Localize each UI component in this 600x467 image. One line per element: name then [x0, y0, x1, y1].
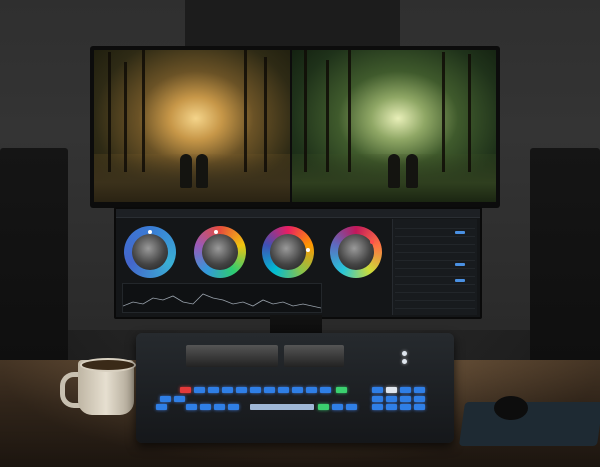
waveform-scope: [122, 283, 322, 313]
console-key[interactable]: [214, 404, 225, 410]
console-key[interactable]: [180, 387, 191, 393]
console-key[interactable]: [386, 404, 397, 410]
adjustments-panel: [392, 219, 477, 315]
color-wheel-gamma[interactable]: [194, 226, 246, 278]
console-key[interactable]: [386, 387, 397, 393]
toggle[interactable]: [455, 279, 465, 282]
panel-row[interactable]: [395, 261, 475, 269]
console-key[interactable]: [200, 404, 211, 410]
wheel-handle[interactable]: [370, 240, 374, 244]
panel-row[interactable]: [395, 221, 475, 229]
console-key[interactable]: [186, 404, 197, 410]
console-key[interactable]: [336, 387, 347, 393]
color-wheel-gain[interactable]: [262, 226, 314, 278]
color-wheel-lift[interactable]: [124, 226, 176, 278]
console-key[interactable]: [160, 396, 171, 402]
mug-rim: [80, 358, 136, 372]
console-key[interactable]: [346, 404, 357, 410]
console-key[interactable]: [306, 387, 317, 393]
person: [180, 154, 192, 188]
person: [406, 154, 418, 188]
console-key[interactable]: [174, 396, 185, 402]
tree: [142, 50, 145, 172]
tree: [326, 60, 329, 172]
console-key[interactable]: [400, 404, 411, 410]
console-key[interactable]: [372, 404, 383, 410]
console-key[interactable]: [228, 404, 239, 410]
console-key[interactable]: [414, 404, 425, 410]
console-key[interactable]: [208, 387, 219, 393]
tree: [264, 57, 267, 172]
console-key[interactable]: [400, 387, 411, 393]
window: [185, 0, 400, 48]
panel-row[interactable]: [395, 245, 475, 253]
panel-row[interactable]: [395, 229, 475, 237]
console-key[interactable]: [278, 387, 289, 393]
console-key[interactable]: [320, 387, 331, 393]
photo-graded: [292, 50, 496, 202]
wheel-handle[interactable]: [148, 230, 152, 234]
console-display: [186, 345, 278, 367]
console-key[interactable]: [414, 387, 425, 393]
toggle[interactable]: [455, 231, 465, 234]
panel-row[interactable]: [395, 277, 475, 285]
wheel-handle[interactable]: [214, 230, 218, 234]
panel-row[interactable]: [395, 269, 475, 277]
console-key[interactable]: [372, 387, 383, 393]
console-key[interactable]: [414, 396, 425, 402]
console-key[interactable]: [332, 404, 343, 410]
tree: [244, 50, 247, 172]
panel-row[interactable]: [395, 237, 475, 245]
color-wheel-offset[interactable]: [330, 226, 382, 278]
console-key[interactable]: [156, 404, 167, 410]
console-key[interactable]: [236, 387, 247, 393]
console-key[interactable]: [400, 396, 411, 402]
waveform-graph: [122, 293, 322, 309]
scene: [0, 0, 600, 467]
tree: [304, 50, 307, 172]
bottom-monitor: [114, 207, 482, 319]
console-key[interactable]: [194, 387, 205, 393]
panel-row[interactable]: [395, 253, 475, 261]
photo-original: [94, 50, 290, 202]
person: [388, 154, 400, 188]
mouse-pad: [458, 402, 600, 446]
console-key[interactable]: [222, 387, 233, 393]
toggle[interactable]: [455, 263, 465, 266]
console-display: [284, 345, 344, 367]
console-key[interactable]: [318, 404, 329, 410]
tree: [348, 50, 351, 172]
indicator-light: [402, 351, 407, 356]
panel-row[interactable]: [395, 285, 475, 293]
tree: [468, 54, 471, 172]
control-console: [136, 333, 454, 443]
tree: [442, 52, 445, 172]
console-fader-bar[interactable]: [250, 404, 314, 410]
person: [196, 154, 208, 188]
console-key[interactable]: [292, 387, 303, 393]
app-title-bar: [116, 209, 480, 218]
console-key[interactable]: [372, 396, 383, 402]
panel-row[interactable]: [395, 293, 475, 301]
indicator-light: [402, 359, 407, 364]
tree: [124, 62, 127, 172]
tree: [108, 52, 111, 172]
panel-row[interactable]: [395, 301, 475, 309]
console-key[interactable]: [386, 396, 397, 402]
wheel-handle[interactable]: [306, 248, 310, 252]
console-key[interactable]: [264, 387, 275, 393]
mouse-icon[interactable]: [494, 396, 528, 420]
console-key[interactable]: [250, 387, 261, 393]
